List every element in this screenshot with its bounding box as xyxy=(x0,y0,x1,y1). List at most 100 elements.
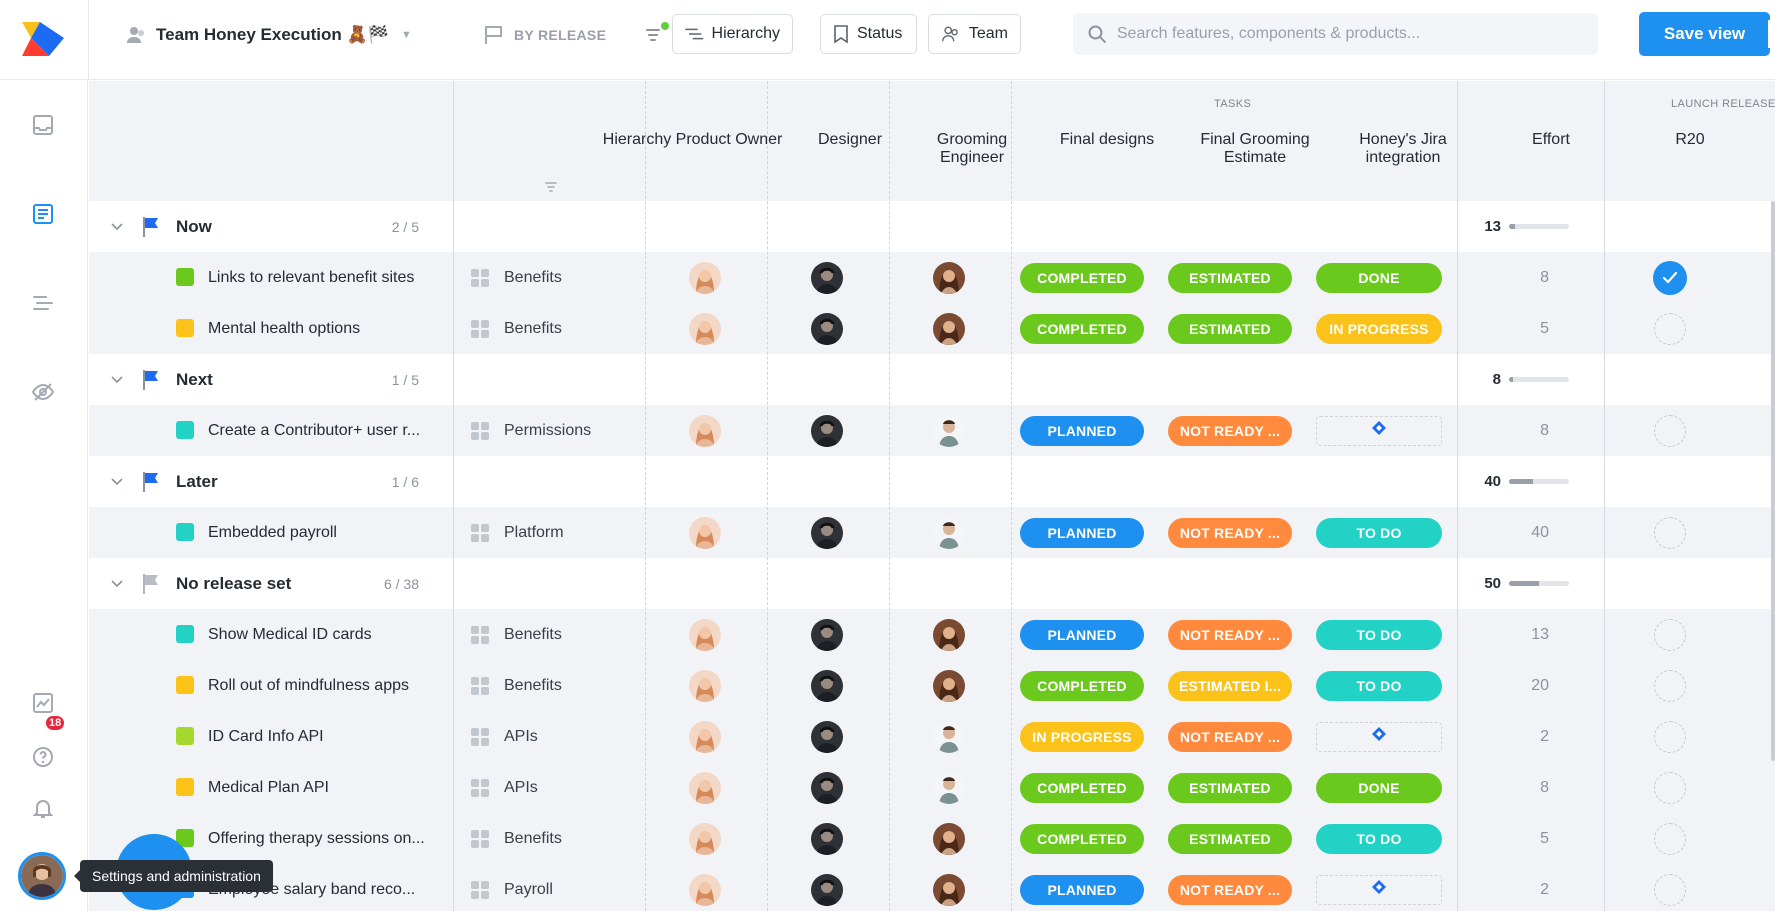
final-designs-pill[interactable]: COMPLETED xyxy=(1020,772,1144,803)
component-name[interactable]: Payroll xyxy=(504,864,553,911)
feature-name[interactable]: Offering therapy sessions on... xyxy=(208,813,425,864)
release-row-3[interactable]: No release set 6 / 38 50 xyxy=(89,558,1775,609)
grooming-engineer-avatar[interactable] xyxy=(933,507,965,558)
product-owner-avatar[interactable] xyxy=(689,405,721,456)
release-row-2[interactable]: Later 1 / 6 40 xyxy=(89,456,1775,507)
feature-row[interactable]: Links to relevant benefit sites Benefits C… xyxy=(89,252,1775,303)
chevron-down-icon[interactable]: ▼ xyxy=(401,29,412,41)
sort-icon[interactable] xyxy=(544,181,558,193)
chevron-down-icon[interactable] xyxy=(107,558,127,609)
designer-avatar[interactable] xyxy=(811,660,843,711)
component-name[interactable]: Platform xyxy=(504,507,564,558)
jira-link-empty[interactable] xyxy=(1316,721,1442,752)
designer-avatar[interactable] xyxy=(811,303,843,354)
release-name[interactable]: Later xyxy=(176,456,218,507)
column-jira-integration[interactable]: Honey's Jira integration xyxy=(1329,131,1477,167)
status-button[interactable]: Status xyxy=(820,14,917,54)
vertical-scrollbar[interactable] xyxy=(1771,201,1775,761)
product-owner-avatar[interactable] xyxy=(689,507,721,558)
designer-avatar[interactable] xyxy=(811,405,843,456)
final-designs-pill[interactable]: COMPLETED xyxy=(1020,313,1144,344)
final-designs-pill[interactable]: PLANNED xyxy=(1020,619,1144,650)
grooming-estimate-pill[interactable]: NOT READY ... xyxy=(1168,415,1292,446)
grooming-estimate-pill[interactable]: ESTIMATED I... xyxy=(1168,670,1292,701)
release-grouping-button[interactable]: BY RELEASE xyxy=(484,18,606,52)
product-owner-avatar[interactable] xyxy=(689,660,721,711)
feature-row[interactable]: Mental health options Benefits COMPLETED ES… xyxy=(89,303,1775,354)
effort-value[interactable]: 5 xyxy=(1489,303,1549,354)
r20-empty-circle[interactable] xyxy=(1654,312,1686,345)
grooming-engineer-avatar[interactable] xyxy=(933,609,965,660)
product-owner-avatar[interactable] xyxy=(689,762,721,813)
jira-status-pill[interactable]: TO DO xyxy=(1316,670,1442,701)
effort-value[interactable]: 13 xyxy=(1489,609,1549,660)
grooming-engineer-avatar[interactable] xyxy=(933,303,965,354)
effort-value[interactable]: 8 xyxy=(1489,762,1549,813)
feature-row[interactable]: ID Card Info API APIs IN PROGRESS NOT READY… xyxy=(89,711,1775,762)
release-name[interactable]: No release set xyxy=(176,558,291,609)
roadmap-nav[interactable] xyxy=(28,288,58,318)
save-view-button[interactable]: Save view xyxy=(1639,12,1770,56)
chevron-down-icon[interactable] xyxy=(107,201,127,252)
user-avatar[interactable] xyxy=(18,852,66,900)
search-box[interactable] xyxy=(1073,13,1598,55)
jira-status-pill[interactable]: IN PROGRESS xyxy=(1316,313,1442,344)
component-name[interactable]: Benefits xyxy=(504,303,562,354)
component-name[interactable]: Benefits xyxy=(504,813,562,864)
feature-name[interactable]: Roll out of mindfulness apps xyxy=(208,660,409,711)
column-r20[interactable]: R20 xyxy=(1625,131,1755,149)
effort-value[interactable]: 20 xyxy=(1489,660,1549,711)
column-final-designs[interactable]: Final designs xyxy=(1033,131,1181,149)
r20-empty-circle[interactable] xyxy=(1654,873,1686,906)
final-designs-pill[interactable]: IN PROGRESS xyxy=(1020,721,1144,752)
grooming-estimate-pill[interactable]: NOT READY ... xyxy=(1168,874,1292,905)
column-effort[interactable]: Effort xyxy=(1477,131,1625,149)
jira-status-pill[interactable]: TO DO xyxy=(1316,619,1442,650)
chevron-down-icon[interactable] xyxy=(107,354,127,405)
feature-name[interactable]: Embedded payroll xyxy=(208,507,337,558)
r20-checked-icon[interactable] xyxy=(1653,260,1687,295)
jira-link-empty[interactable] xyxy=(1316,874,1442,905)
view-selector[interactable]: Team Honey Execution 🧸🏁 ▼ xyxy=(126,18,412,52)
feature-name[interactable]: Show Medical ID cards xyxy=(208,609,372,660)
features-nav[interactable] xyxy=(28,199,58,229)
final-designs-pill[interactable]: COMPLETED xyxy=(1020,823,1144,854)
component-name[interactable]: Benefits xyxy=(504,609,562,660)
column-final-grooming-estimate[interactable]: Final Grooming Estimate xyxy=(1181,131,1329,167)
grooming-estimate-pill[interactable]: NOT READY ... xyxy=(1168,619,1292,650)
grooming-estimate-pill[interactable]: ESTIMATED xyxy=(1168,772,1292,803)
jira-status-pill[interactable]: TO DO xyxy=(1316,517,1442,548)
grooming-engineer-avatar[interactable] xyxy=(933,813,965,864)
filter-button[interactable] xyxy=(640,20,670,50)
grooming-estimate-pill[interactable]: ESTIMATED xyxy=(1168,313,1292,344)
feature-row[interactable]: Medical Plan API APIs COMPLETED ESTIMATED DO… xyxy=(89,762,1775,813)
team-button[interactable]: Team xyxy=(928,14,1021,54)
component-name[interactable]: Benefits xyxy=(504,660,562,711)
release-row-1[interactable]: Next 1 / 5 8 xyxy=(89,354,1775,405)
feature-row[interactable]: Embedded payroll Platform PLANNED NOT READY… xyxy=(89,507,1775,558)
component-name[interactable]: Permissions xyxy=(504,405,591,456)
product-owner-avatar[interactable] xyxy=(689,711,721,762)
feature-name[interactable]: Medical Plan API xyxy=(208,762,329,813)
designer-avatar[interactable] xyxy=(811,813,843,864)
designer-avatar[interactable] xyxy=(811,252,843,303)
r20-empty-circle[interactable] xyxy=(1654,618,1686,651)
help-nav[interactable] xyxy=(28,742,58,772)
jira-status-pill[interactable]: DONE xyxy=(1316,772,1442,803)
final-designs-pill[interactable]: PLANNED xyxy=(1020,415,1144,446)
feature-name[interactable]: Mental health options xyxy=(208,303,360,354)
final-designs-pill[interactable]: PLANNED xyxy=(1020,874,1144,905)
effort-value[interactable]: 40 xyxy=(1489,507,1549,558)
grooming-engineer-avatar[interactable] xyxy=(933,252,965,303)
grooming-engineer-avatar[interactable] xyxy=(933,762,965,813)
portal-nav[interactable] xyxy=(28,377,58,407)
component-name[interactable]: Benefits xyxy=(504,252,562,303)
r20-empty-circle[interactable] xyxy=(1654,414,1686,447)
final-designs-pill[interactable]: COMPLETED xyxy=(1020,670,1144,701)
grooming-engineer-avatar[interactable] xyxy=(933,405,965,456)
component-name[interactable]: APIs xyxy=(504,762,538,813)
final-designs-pill[interactable]: PLANNED xyxy=(1020,517,1144,548)
r20-empty-circle[interactable] xyxy=(1654,720,1686,753)
product-owner-avatar[interactable] xyxy=(689,252,721,303)
release-name[interactable]: Now xyxy=(176,201,212,252)
